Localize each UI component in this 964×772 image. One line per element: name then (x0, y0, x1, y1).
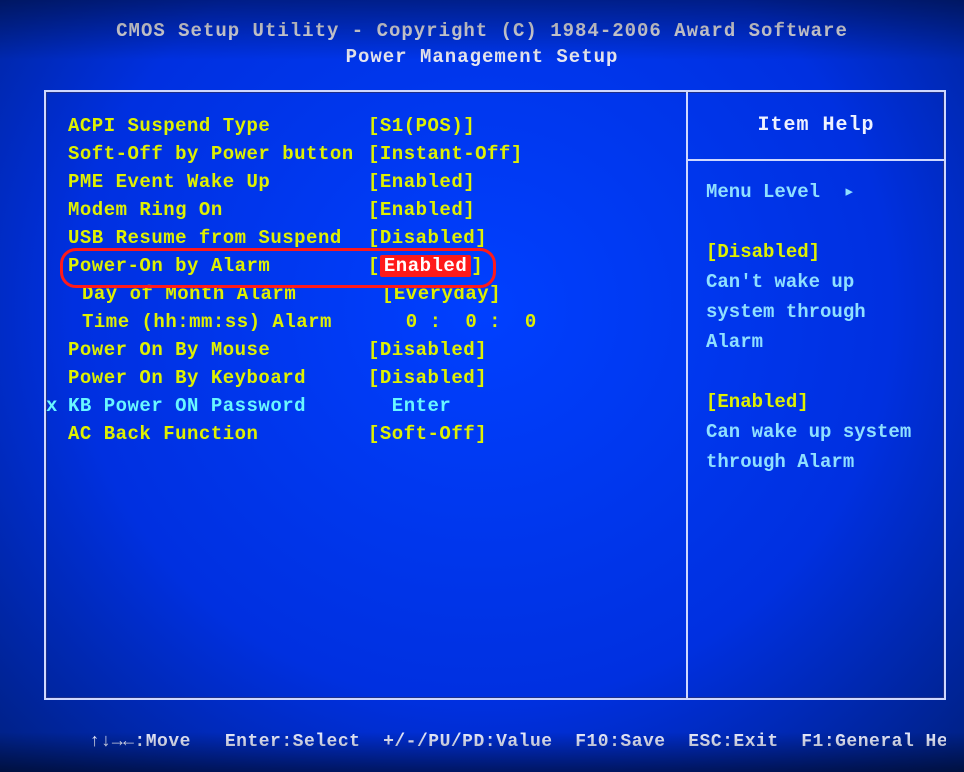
setting-label: USB Resume from Suspend (68, 224, 368, 252)
help-option-disabled-label: [Disabled] (706, 237, 926, 267)
setting-label: AC Back Function (68, 420, 368, 448)
setting-row[interactable]: ACPI Suspend Type[S1(POS)] (68, 112, 672, 140)
setting-value[interactable]: [Instant-Off] (368, 140, 523, 168)
menu-level-label: Menu Level (706, 181, 820, 203)
setting-row[interactable]: PME Event Wake Up[Enabled] (68, 168, 672, 196)
setting-row[interactable]: Modem Ring On[Enabled] (68, 196, 672, 224)
setting-value[interactable]: 0 : 0 : 0 (382, 308, 537, 336)
setting-row[interactable]: Soft-Off by Power button[Instant-Off] (68, 140, 672, 168)
header: CMOS Setup Utility - Copyright (C) 1984-… (0, 0, 964, 70)
setting-label: PME Event Wake Up (68, 168, 368, 196)
header-line-1: CMOS Setup Utility - Copyright (C) 1984-… (0, 18, 964, 44)
setting-value[interactable]: [Enabled] (368, 252, 483, 280)
disabled-marker: x (46, 392, 58, 420)
setting-label: Modem Ring On (68, 196, 368, 224)
help-option-enabled-label: [Enabled] (706, 387, 926, 417)
setting-row[interactable]: Power-On by Alarm[Enabled] (68, 252, 672, 280)
setting-value[interactable]: [Disabled] (368, 224, 487, 252)
main-panels: ACPI Suspend Type[S1(POS)]Soft-Off by Po… (44, 90, 946, 700)
setting-label: Power On By Keyboard (68, 364, 368, 392)
menu-level: Menu Level ▸ (706, 177, 926, 207)
header-line-2: Power Management Setup (0, 44, 964, 70)
footer-hints: ↑↓→←:Move Enter:Select +/-/PU/PD:Value F… (44, 706, 946, 754)
help-title: Item Help (688, 92, 944, 161)
setting-value[interactable]: [Disabled] (368, 336, 487, 364)
setting-value[interactable]: [Everyday] (382, 280, 501, 308)
footer-line-1: ↑↓→←:Move Enter:Select +/-/PU/PD:Value F… (89, 732, 946, 752)
highlighted-value: Enabled (380, 255, 471, 277)
setting-label: Power On By Mouse (68, 336, 368, 364)
settings-panel: ACPI Suspend Type[S1(POS)]Soft-Off by Po… (46, 92, 686, 698)
help-body: Menu Level ▸ [Disabled] Can't wake up sy… (688, 161, 944, 523)
setting-label: ACPI Suspend Type (68, 112, 368, 140)
setting-row[interactable]: Day of Month Alarm[Everyday] (68, 280, 672, 308)
setting-row[interactable]: xKB Power ON Password Enter (68, 392, 672, 420)
setting-value[interactable]: [Disabled] (368, 364, 487, 392)
setting-value[interactable]: [Enabled] (368, 168, 475, 196)
setting-row[interactable]: Power On By Mouse[Disabled] (68, 336, 672, 364)
setting-value[interactable]: [Soft-Off] (368, 420, 487, 448)
setting-label: Time (hh:mm:ss) Alarm (68, 308, 382, 336)
setting-label: Day of Month Alarm (68, 280, 382, 308)
setting-row[interactable]: Time (hh:mm:ss) Alarm 0 : 0 : 0 (68, 308, 672, 336)
setting-label: Power-On by Alarm (68, 252, 368, 280)
help-option-enabled-text: Can wake up system through Alarm (706, 417, 926, 477)
setting-label: Soft-Off by Power button (68, 140, 368, 168)
setting-value[interactable]: Enter (368, 392, 451, 420)
setting-value[interactable]: [S1(POS)] (368, 112, 475, 140)
setting-label: KB Power ON Password (68, 392, 368, 420)
setting-row[interactable]: AC Back Function[Soft-Off] (68, 420, 672, 448)
chevron-right-icon: ▸ (843, 177, 854, 207)
setting-value[interactable]: [Enabled] (368, 196, 475, 224)
setting-row[interactable]: Power On By Keyboard[Disabled] (68, 364, 672, 392)
bios-screen: CMOS Setup Utility - Copyright (C) 1984-… (0, 0, 964, 772)
help-panel: Item Help Menu Level ▸ [Disabled] Can't … (686, 92, 944, 698)
help-option-disabled-text: Can't wake up system through Alarm (706, 267, 926, 357)
setting-row[interactable]: USB Resume from Suspend[Disabled] (68, 224, 672, 252)
